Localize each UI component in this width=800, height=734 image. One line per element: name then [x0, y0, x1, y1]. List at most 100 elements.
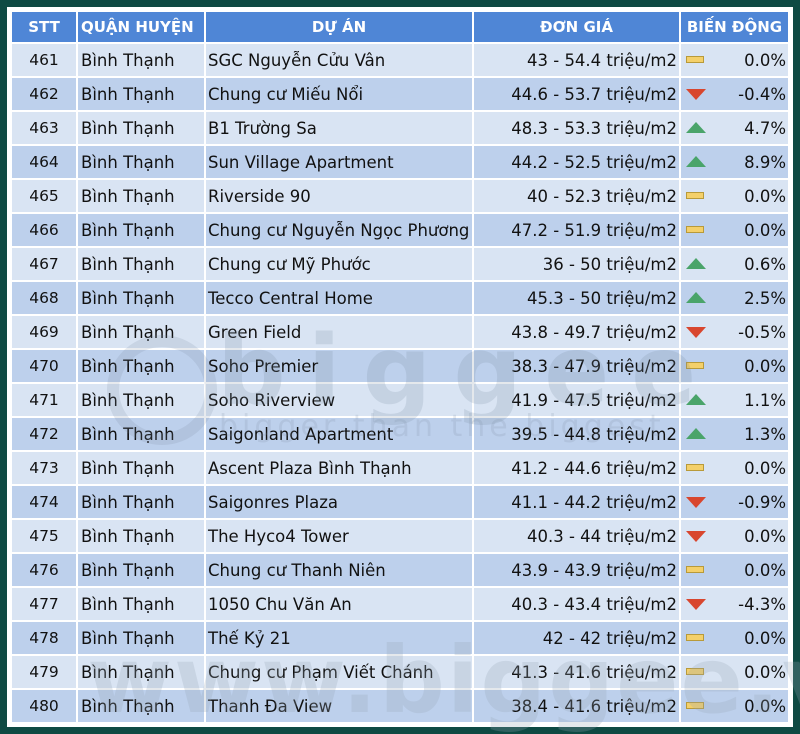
row-bien-dong: -0.5% [681, 316, 788, 348]
row-bien-dong: 0.0% [681, 214, 788, 246]
flat-bar-icon [686, 668, 704, 675]
row-bien-dong: 0.0% [681, 180, 788, 212]
bien-dong-value: 0.0% [744, 458, 786, 478]
row-quan-huyen: Bình Thạnh [78, 384, 204, 416]
table-row: 465 Bình Thạnh Riverside 90 40 - 52.3 triệu… [12, 180, 788, 212]
row-don-gia: 38.4 - 41.6 triệu/m2 [474, 690, 679, 722]
row-du-an: SGC Nguyễn Cửu Vân [206, 44, 472, 76]
row-quan-huyen: Bình Thạnh [78, 112, 204, 144]
up-triangle-icon [686, 156, 706, 167]
bien-dong-value: 2.5% [744, 288, 786, 308]
row-bien-dong: 0.0% [681, 452, 788, 484]
row-stt: 480 [12, 690, 76, 722]
bien-dong-value: 0.0% [744, 186, 786, 206]
row-don-gia: 41.3 - 41.6 triệu/m2 [474, 656, 679, 688]
table-row: 471 Bình Thạnh Soho Riverview 41.9 - 47.5 t… [12, 384, 788, 416]
up-triangle-icon [686, 394, 706, 405]
row-quan-huyen: Bình Thạnh [78, 146, 204, 178]
bien-dong-value: -4.3% [738, 594, 786, 614]
row-don-gia: 41.2 - 44.6 triệu/m2 [474, 452, 679, 484]
row-stt: 464 [12, 146, 76, 178]
row-stt: 477 [12, 588, 76, 620]
row-quan-huyen: Bình Thạnh [78, 520, 204, 552]
header-du-an: DỰ ÁN [206, 12, 472, 42]
row-bien-dong: 1.3% [681, 418, 788, 450]
flat-bar-icon [686, 464, 704, 471]
table-row: 461 Bình Thạnh SGC Nguyễn Cửu Vân 43 - 54.4… [12, 44, 788, 76]
bien-dong-value: 0.0% [744, 356, 786, 376]
row-don-gia: 45.3 - 50 triệu/m2 [474, 282, 679, 314]
row-quan-huyen: Bình Thạnh [78, 214, 204, 246]
table-row: 464 Bình Thạnh Sun Village Apartment 44.2 -… [12, 146, 788, 178]
down-triangle-icon [686, 531, 706, 542]
flat-bar-icon [686, 702, 704, 709]
row-don-gia: 44.6 - 53.7 triệu/m2 [474, 78, 679, 110]
row-don-gia: 41.9 - 47.5 triệu/m2 [474, 384, 679, 416]
row-quan-huyen: Bình Thạnh [78, 316, 204, 348]
row-bien-dong: 0.0% [681, 520, 788, 552]
row-du-an: Ascent Plaza Bình Thạnh [206, 452, 472, 484]
row-stt: 471 [12, 384, 76, 416]
flat-bar-icon [686, 634, 704, 641]
row-du-an: 1050 Chu Văn An [206, 588, 472, 620]
row-du-an: The Hyco4 Tower [206, 520, 472, 552]
row-quan-huyen: Bình Thạnh [78, 418, 204, 450]
row-don-gia: 43 - 54.4 triệu/m2 [474, 44, 679, 76]
row-du-an: Chung cư Miếu Nổi [206, 78, 472, 110]
row-stt: 474 [12, 486, 76, 518]
row-stt: 468 [12, 282, 76, 314]
row-du-an: Chung cư Phạm Viết Chánh [206, 656, 472, 688]
table-row: 467 Bình Thạnh Chung cư Mỹ Phước 36 - 50 tr… [12, 248, 788, 280]
row-bien-dong: 0.0% [681, 656, 788, 688]
bien-dong-value: 0.6% [744, 254, 786, 274]
row-quan-huyen: Bình Thạnh [78, 44, 204, 76]
row-quan-huyen: Bình Thạnh [78, 180, 204, 212]
flat-bar-icon [686, 566, 704, 573]
row-du-an: Saigonland Apartment [206, 418, 472, 450]
row-du-an: Chung cư Thanh Niên [206, 554, 472, 586]
header-don-gia: ĐƠN GIÁ [474, 12, 679, 42]
row-bien-dong: 0.0% [681, 554, 788, 586]
row-bien-dong: 0.0% [681, 350, 788, 382]
table-row: 466 Bình Thạnh Chung cư Nguyễn Ngọc Phương… [12, 214, 788, 246]
row-stt: 465 [12, 180, 76, 212]
row-stt: 466 [12, 214, 76, 246]
row-du-an: Chung cư Nguyễn Ngọc Phương [206, 214, 472, 246]
up-triangle-icon [686, 292, 706, 303]
table-row: 462 Bình Thạnh Chung cư Miếu Nổi 44.6 - 53.… [12, 78, 788, 110]
row-quan-huyen: Bình Thạnh [78, 588, 204, 620]
header-bien-dong: BIẾN ĐỘNG [681, 12, 788, 42]
row-stt: 467 [12, 248, 76, 280]
row-bien-dong: -0.4% [681, 78, 788, 110]
header-stt: STT [12, 12, 76, 42]
row-bien-dong: -0.9% [681, 486, 788, 518]
row-don-gia: 36 - 50 triệu/m2 [474, 248, 679, 280]
row-du-an: Chung cư Mỹ Phước [206, 248, 472, 280]
row-du-an: Soho Premier [206, 350, 472, 382]
table-row: 475 Bình Thạnh The Hyco4 Tower 40.3 - 44 tr… [12, 520, 788, 552]
row-don-gia: 38.3 - 47.9 triệu/m2 [474, 350, 679, 382]
row-du-an: Green Field [206, 316, 472, 348]
bien-dong-value: 0.0% [744, 526, 786, 546]
row-don-gia: 41.1 - 44.2 triệu/m2 [474, 486, 679, 518]
row-don-gia: 43.9 - 43.9 triệu/m2 [474, 554, 679, 586]
bien-dong-value: 0.0% [744, 696, 786, 716]
row-quan-huyen: Bình Thạnh [78, 282, 204, 314]
row-bien-dong: 0.0% [681, 622, 788, 654]
row-don-gia: 43.8 - 49.7 triệu/m2 [474, 316, 679, 348]
table-row: 474 Bình Thạnh Saigonres Plaza 41.1 - 44.2 … [12, 486, 788, 518]
row-quan-huyen: Bình Thạnh [78, 452, 204, 484]
down-triangle-icon [686, 327, 706, 338]
row-don-gia: 39.5 - 44.8 triệu/m2 [474, 418, 679, 450]
row-don-gia: 40 - 52.3 triệu/m2 [474, 180, 679, 212]
bien-dong-value: 0.0% [744, 628, 786, 648]
bien-dong-value: 8.9% [744, 152, 786, 172]
table-row: 478 Bình Thạnh Thế Kỷ 21 42 - 42 triệu/m2 0.… [12, 622, 788, 654]
table-row: 468 Bình Thạnh Tecco Central Home 45.3 - 50… [12, 282, 788, 314]
table-row: 473 Bình Thạnh Ascent Plaza Bình Thạnh 41.2… [12, 452, 788, 484]
table-row: 469 Bình Thạnh Green Field 43.8 - 49.7 triệ… [12, 316, 788, 348]
row-stt: 461 [12, 44, 76, 76]
row-du-an: Tecco Central Home [206, 282, 472, 314]
up-triangle-icon [686, 258, 706, 269]
row-stt: 462 [12, 78, 76, 110]
